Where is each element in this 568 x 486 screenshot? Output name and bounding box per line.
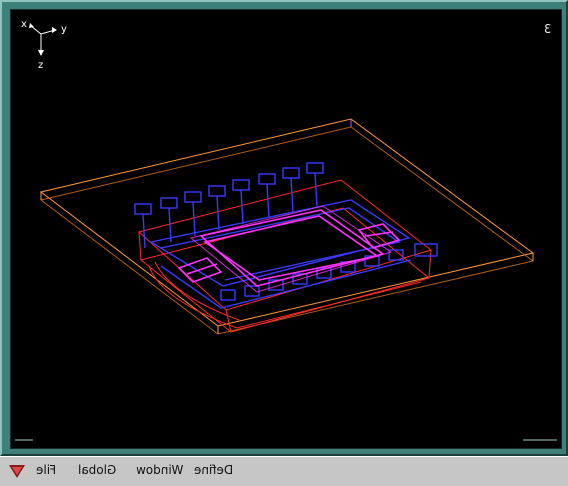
model-canvas[interactable]: x y z bbox=[11, 10, 561, 448]
menu-file[interactable]: File bbox=[36, 463, 56, 477]
menubar: File Global Window Define bbox=[0, 456, 568, 486]
menu-global[interactable]: Global bbox=[78, 463, 116, 477]
axis-label-x: x bbox=[21, 19, 27, 30]
view-number: 3 bbox=[543, 22, 551, 36]
menu-define[interactable]: Define bbox=[194, 463, 233, 477]
axis-triad: x y z bbox=[21, 19, 67, 71]
graphics-viewport[interactable]: x y z 3 bbox=[10, 9, 562, 449]
graphics-window-frame: x y z 3 bbox=[0, 0, 568, 456]
axis-label-y: y bbox=[61, 24, 67, 35]
app-logo-icon[interactable] bbox=[8, 463, 26, 479]
body-wireframe bbox=[137, 179, 433, 333]
axis-label-z: z bbox=[38, 60, 43, 71]
plate-wireframe bbox=[39, 118, 535, 335]
menu-window[interactable]: Window bbox=[136, 463, 183, 477]
